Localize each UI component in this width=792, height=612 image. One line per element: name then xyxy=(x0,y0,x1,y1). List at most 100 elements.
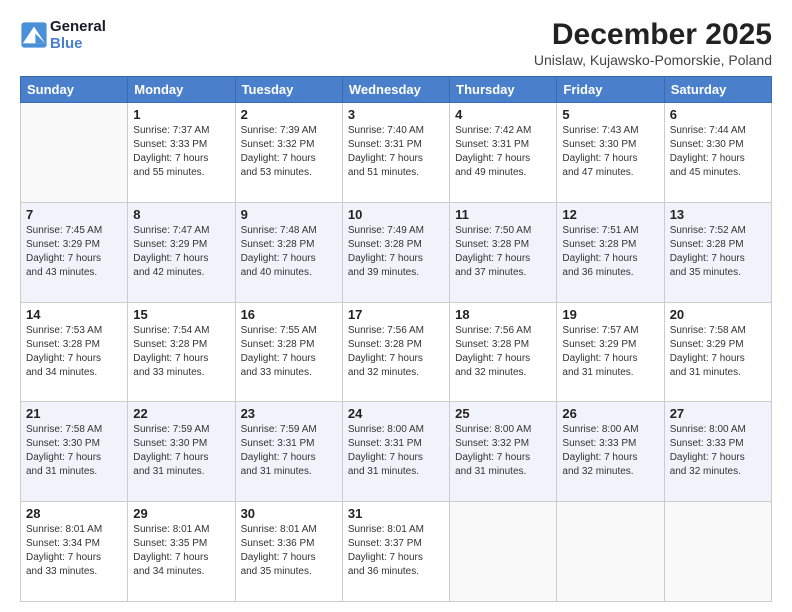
calendar-cell: 12 Sunrise: 7:51 AM Sunset: 3:28 PM Dayli… xyxy=(557,202,664,302)
cell-day-number: 21 xyxy=(26,406,122,421)
day-header-monday: Monday xyxy=(128,77,235,103)
calendar-cell: 6Sunrise: 7:44 AM Sunset: 3:30 PM Daylig… xyxy=(664,103,771,203)
day-header-thursday: Thursday xyxy=(450,77,557,103)
cell-day-number: 30 xyxy=(241,506,337,521)
cell-day-number: 23 xyxy=(241,406,337,421)
cell-info: Sunrise: 8:01 AM Sunset: 3:35 PM Dayligh… xyxy=(133,523,229,579)
cell-day-number: 22 xyxy=(133,406,229,421)
cell-info: Sunrise: 7:37 AM Sunset: 3:33 PM Dayligh… xyxy=(133,124,229,180)
calendar-cell: 4 Sunrise: 7:42 AM Sunset: 3:31 PM Daylig… xyxy=(450,103,557,203)
day-header-saturday: Saturday xyxy=(664,77,771,103)
cell-day-number: 31 xyxy=(348,506,444,521)
day-header-tuesday: Tuesday xyxy=(235,77,342,103)
calendar-cell: 21 Sunrise: 7:58 AM Sunset: 3:30 PM Dayli… xyxy=(21,402,128,502)
cell-day-number: 27 xyxy=(670,406,766,421)
calendar-week-row: 7 Sunrise: 7:45 AM Sunset: 3:29 PM Daylig… xyxy=(21,202,772,302)
cell-info: Sunrise: 7:55 AM Sunset: 3:28 PM Dayligh… xyxy=(241,324,337,380)
cell-info: Sunrise: 7:43 AM Sunset: 3:30 PM Dayligh… xyxy=(562,124,658,180)
cell-day-number: 1 xyxy=(133,107,229,122)
calendar-table: SundayMondayTuesdayWednesdayThursdayFrid… xyxy=(20,76,772,602)
cell-info: Sunrise: 7:52 AM Sunset: 3:28 PM Dayligh… xyxy=(670,224,766,280)
cell-day-number: 14 xyxy=(26,307,122,322)
cell-day-number: 7 xyxy=(26,207,122,222)
cell-info: Sunrise: 8:01 AM Sunset: 3:34 PM Dayligh… xyxy=(26,523,122,579)
calendar-week-row: 21 Sunrise: 7:58 AM Sunset: 3:30 PM Dayli… xyxy=(21,402,772,502)
cell-day-number: 12 xyxy=(562,207,658,222)
cell-info: Sunrise: 7:40 AM Sunset: 3:31 PM Dayligh… xyxy=(348,124,444,180)
header: General Blue December 2025 Unislaw, Kuja… xyxy=(20,18,772,68)
cell-info: Sunrise: 8:01 AM Sunset: 3:36 PM Dayligh… xyxy=(241,523,337,579)
cell-info: Sunrise: 7:50 AM Sunset: 3:28 PM Dayligh… xyxy=(455,224,551,280)
cell-info: Sunrise: 7:59 AM Sunset: 3:30 PM Dayligh… xyxy=(133,423,229,479)
cell-info: Sunrise: 8:00 AM Sunset: 3:33 PM Dayligh… xyxy=(670,423,766,479)
cell-info: Sunrise: 7:58 AM Sunset: 3:29 PM Dayligh… xyxy=(670,324,766,380)
calendar-cell: 17Sunrise: 7:56 AM Sunset: 3:28 PM Dayli… xyxy=(342,302,449,402)
cell-info: Sunrise: 8:00 AM Sunset: 3:31 PM Dayligh… xyxy=(348,423,444,479)
calendar-cell: 31 Sunrise: 8:01 AM Sunset: 3:37 PM Dayli… xyxy=(342,502,449,602)
calendar-cell: 10 Sunrise: 7:49 AM Sunset: 3:28 PM Dayli… xyxy=(342,202,449,302)
cell-day-number: 8 xyxy=(133,207,229,222)
cell-info: Sunrise: 7:44 AM Sunset: 3:30 PM Dayligh… xyxy=(670,124,766,180)
calendar-cell: 16 Sunrise: 7:55 AM Sunset: 3:28 PM Dayli… xyxy=(235,302,342,402)
calendar-cell: 25Sunrise: 8:00 AM Sunset: 3:32 PM Dayli… xyxy=(450,402,557,502)
calendar-cell: 23 Sunrise: 7:59 AM Sunset: 3:31 PM Dayli… xyxy=(235,402,342,502)
cell-day-number: 2 xyxy=(241,107,337,122)
day-header-sunday: Sunday xyxy=(21,77,128,103)
calendar-header-row: SundayMondayTuesdayWednesdayThursdayFrid… xyxy=(21,77,772,103)
calendar-cell xyxy=(21,103,128,203)
cell-info: Sunrise: 7:42 AM Sunset: 3:31 PM Dayligh… xyxy=(455,124,551,180)
cell-info: Sunrise: 8:00 AM Sunset: 3:33 PM Dayligh… xyxy=(562,423,658,479)
location-subtitle: Unislaw, Kujawsko-Pomorskie, Poland xyxy=(534,52,772,68)
page: General Blue December 2025 Unislaw, Kuja… xyxy=(0,0,792,612)
cell-info: Sunrise: 8:01 AM Sunset: 3:37 PM Dayligh… xyxy=(348,523,444,579)
calendar-cell: 7 Sunrise: 7:45 AM Sunset: 3:29 PM Daylig… xyxy=(21,202,128,302)
logo-text: General Blue xyxy=(50,18,106,52)
calendar-cell: 22 Sunrise: 7:59 AM Sunset: 3:30 PM Dayli… xyxy=(128,402,235,502)
cell-day-number: 29 xyxy=(133,506,229,521)
cell-day-number: 24 xyxy=(348,406,444,421)
calendar-cell: 8 Sunrise: 7:47 AM Sunset: 3:29 PM Daylig… xyxy=(128,202,235,302)
logo-icon xyxy=(20,21,48,49)
cell-info: Sunrise: 7:59 AM Sunset: 3:31 PM Dayligh… xyxy=(241,423,337,479)
cell-day-number: 28 xyxy=(26,506,122,521)
cell-info: Sunrise: 7:51 AM Sunset: 3:28 PM Dayligh… xyxy=(562,224,658,280)
cell-info: Sunrise: 7:47 AM Sunset: 3:29 PM Dayligh… xyxy=(133,224,229,280)
calendar-cell: 19Sunrise: 7:57 AM Sunset: 3:29 PM Dayli… xyxy=(557,302,664,402)
cell-info: Sunrise: 7:48 AM Sunset: 3:28 PM Dayligh… xyxy=(241,224,337,280)
cell-day-number: 4 xyxy=(455,107,551,122)
cell-day-number: 15 xyxy=(133,307,229,322)
day-header-friday: Friday xyxy=(557,77,664,103)
cell-info: Sunrise: 7:45 AM Sunset: 3:29 PM Dayligh… xyxy=(26,224,122,280)
cell-day-number: 11 xyxy=(455,207,551,222)
calendar-week-row: 14 Sunrise: 7:53 AM Sunset: 3:28 PM Dayli… xyxy=(21,302,772,402)
day-header-wednesday: Wednesday xyxy=(342,77,449,103)
cell-info: Sunrise: 7:57 AM Sunset: 3:29 PM Dayligh… xyxy=(562,324,658,380)
cell-day-number: 18 xyxy=(455,307,551,322)
calendar-cell: 3 Sunrise: 7:40 AM Sunset: 3:31 PM Daylig… xyxy=(342,103,449,203)
cell-day-number: 17 xyxy=(348,307,444,322)
cell-info: Sunrise: 7:54 AM Sunset: 3:28 PM Dayligh… xyxy=(133,324,229,380)
cell-day-number: 25 xyxy=(455,406,551,421)
cell-info: Sunrise: 7:49 AM Sunset: 3:28 PM Dayligh… xyxy=(348,224,444,280)
calendar-cell xyxy=(450,502,557,602)
calendar-cell: 2 Sunrise: 7:39 AM Sunset: 3:32 PM Daylig… xyxy=(235,103,342,203)
cell-info: Sunrise: 7:53 AM Sunset: 3:28 PM Dayligh… xyxy=(26,324,122,380)
cell-day-number: 3 xyxy=(348,107,444,122)
calendar-cell: 18 Sunrise: 7:56 AM Sunset: 3:28 PM Dayli… xyxy=(450,302,557,402)
cell-info: Sunrise: 7:39 AM Sunset: 3:32 PM Dayligh… xyxy=(241,124,337,180)
cell-day-number: 10 xyxy=(348,207,444,222)
calendar-cell xyxy=(664,502,771,602)
cell-info: Sunrise: 7:56 AM Sunset: 3:28 PM Dayligh… xyxy=(455,324,551,380)
cell-info: Sunrise: 7:58 AM Sunset: 3:30 PM Dayligh… xyxy=(26,423,122,479)
calendar-cell: 1 Sunrise: 7:37 AM Sunset: 3:33 PM Daylig… xyxy=(128,103,235,203)
calendar-cell: 5 Sunrise: 7:43 AM Sunset: 3:30 PM Daylig… xyxy=(557,103,664,203)
cell-day-number: 20 xyxy=(670,307,766,322)
calendar-cell: 14 Sunrise: 7:53 AM Sunset: 3:28 PM Dayli… xyxy=(21,302,128,402)
calendar-cell: 29 Sunrise: 8:01 AM Sunset: 3:35 PM Dayli… xyxy=(128,502,235,602)
calendar-cell: 15 Sunrise: 7:54 AM Sunset: 3:28 PM Dayli… xyxy=(128,302,235,402)
calendar-cell: 27 Sunrise: 8:00 AM Sunset: 3:33 PM Dayli… xyxy=(664,402,771,502)
cell-day-number: 16 xyxy=(241,307,337,322)
cell-day-number: 13 xyxy=(670,207,766,222)
cell-day-number: 5 xyxy=(562,107,658,122)
calendar-cell: 9Sunrise: 7:48 AM Sunset: 3:28 PM Daylig… xyxy=(235,202,342,302)
